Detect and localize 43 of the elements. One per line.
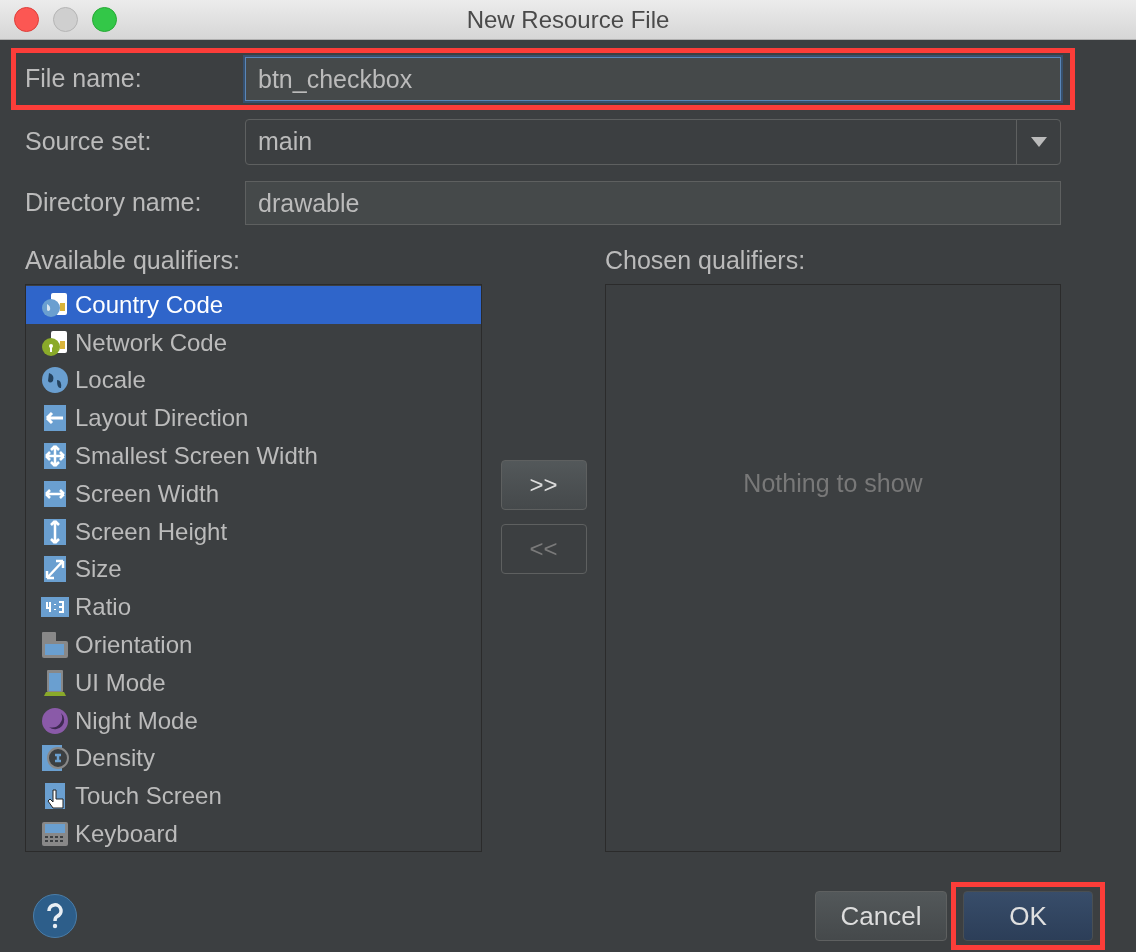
text-field[interactable]: drawable — [245, 181, 1061, 225]
dialog-button[interactable]: OK — [963, 891, 1093, 941]
qualifier-item[interactable]: Keyboard — [26, 815, 481, 853]
qualifier-item[interactable]: Density — [26, 739, 481, 778]
qualifier-item[interactable]: Network Code — [26, 323, 481, 362]
globe-icon — [41, 366, 69, 395]
transfer-button[interactable]: >> — [500, 460, 587, 510]
field-label: File name: — [25, 63, 143, 95]
device-stand-icon — [41, 668, 69, 697]
qualifier-item[interactable]: UI Mode — [26, 663, 481, 702]
window-title: New Resource File — [466, 4, 670, 35]
moon-icon — [41, 706, 69, 735]
qualifier-item[interactable]: Orientation — [26, 626, 481, 664]
source-set-dropdown[interactable]: main — [245, 119, 1061, 165]
section-label: Available qualifiers: — [25, 245, 241, 276]
field-label: Source set: — [25, 126, 153, 158]
maximize-window-icon[interactable] — [92, 7, 117, 32]
qualifier-item[interactable]: Smallest Screen Width — [26, 437, 481, 475]
caret-icon — [1030, 137, 1047, 147]
qualifier-item[interactable]: Touch Screen — [26, 777, 481, 816]
section-label: Chosen qualifiers: — [605, 245, 807, 276]
antenna-sim-card-icon — [41, 328, 69, 357]
qualifier-item[interactable]: Screen Width — [26, 475, 481, 513]
qualifier-item[interactable]: Screen Height — [26, 512, 481, 551]
close-window-icon[interactable] — [14, 7, 39, 32]
keyboard-device-icon — [41, 820, 69, 849]
text-field[interactable]: btn_checkbox — [245, 57, 1061, 101]
dialog-button[interactable]: Cancel — [815, 891, 947, 941]
qualifier-item[interactable]: Size — [26, 550, 481, 589]
qualifier-item[interactable]: Ratio — [26, 588, 481, 627]
density-icon — [41, 744, 69, 773]
four-way-arrows-icon — [41, 442, 69, 471]
field-label: Directory name: — [25, 187, 203, 219]
help-icon[interactable] — [33, 894, 77, 938]
qualifier-item[interactable]: Night Mode — [26, 701, 481, 740]
vertical-arrows-icon — [41, 517, 69, 546]
qualifier-item[interactable]: Country Code — [26, 286, 481, 324]
device-rotation-icon — [41, 631, 69, 660]
horizontal-arrows-icon — [41, 479, 69, 508]
qualifier-item[interactable]: Locale — [26, 361, 481, 400]
globe-sim-card-icon — [41, 290, 69, 319]
empty-list-message: Nothing to show — [743, 468, 923, 499]
qualifier-item[interactable]: Layout Direction — [26, 399, 481, 438]
